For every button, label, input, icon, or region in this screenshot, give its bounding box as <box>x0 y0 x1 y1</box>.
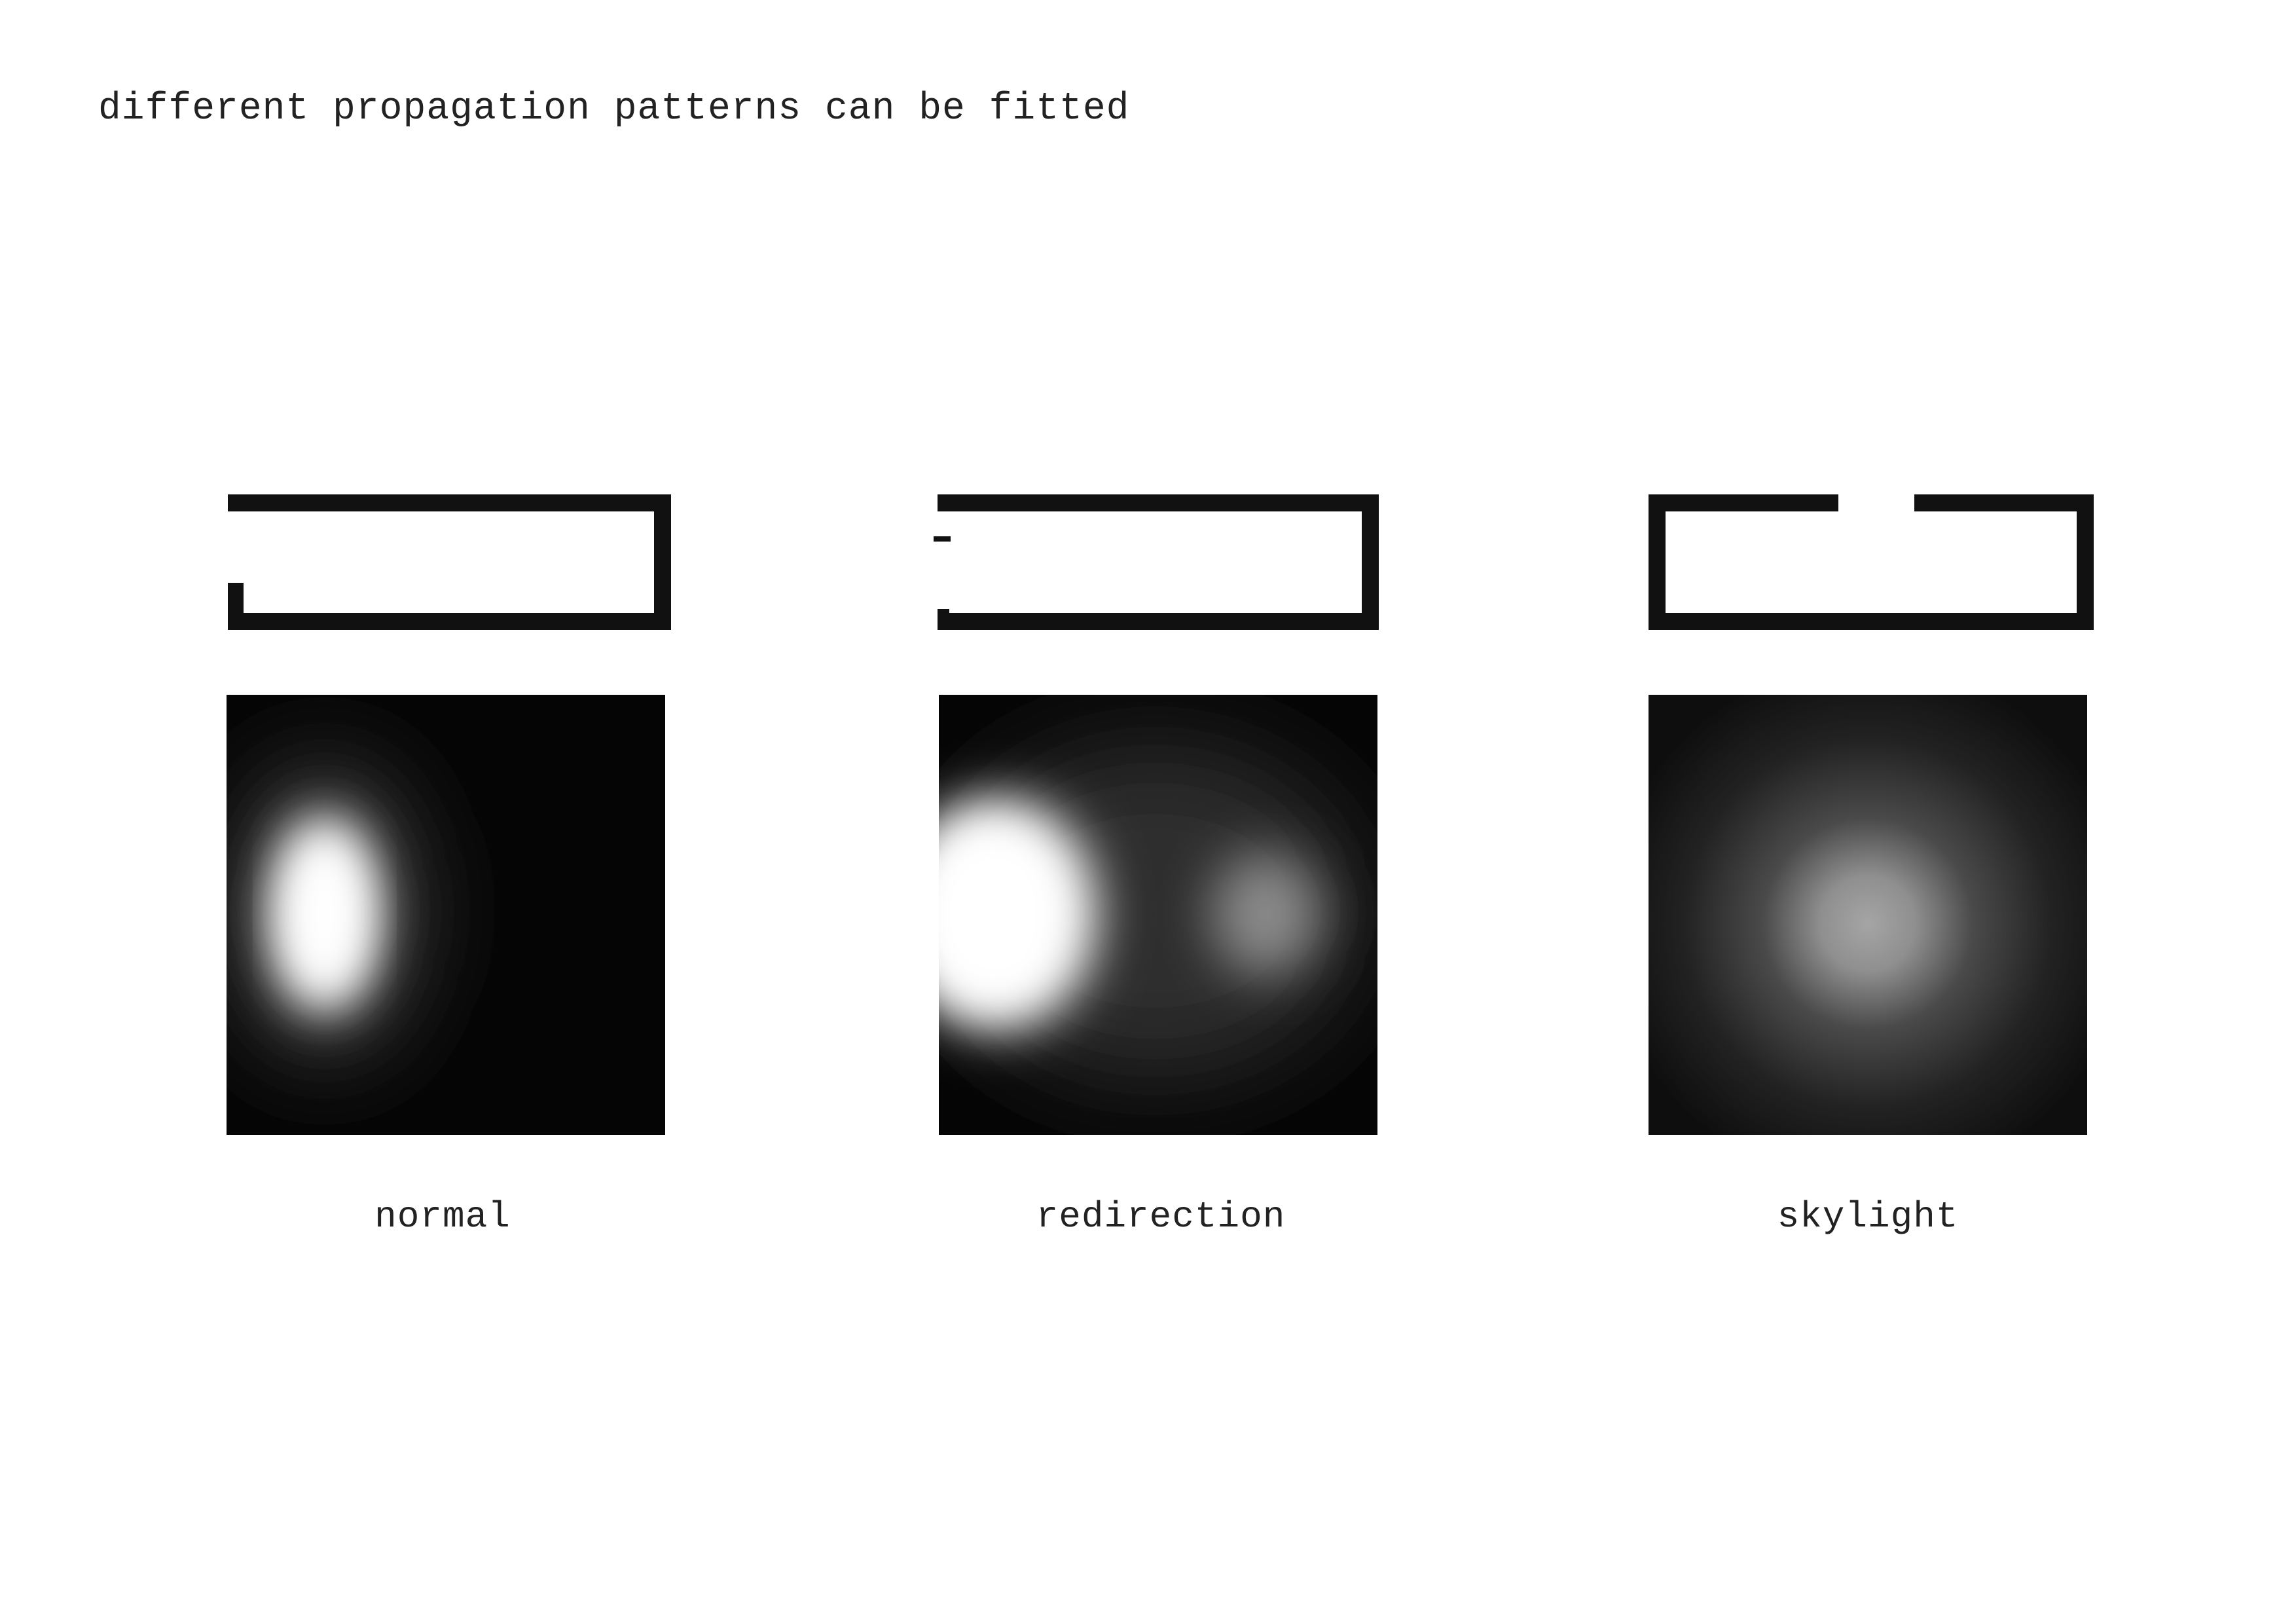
wall-right <box>1362 494 1379 630</box>
wall-bottom <box>938 613 1379 630</box>
light-core <box>289 842 361 986</box>
wall-right <box>2077 494 2094 630</box>
redirected-light-spot <box>1211 852 1322 976</box>
heatmap-redirection <box>939 695 1377 1135</box>
heatmap-skylight <box>1649 695 2087 1135</box>
wall-top <box>228 494 671 511</box>
wall-left-upper <box>228 494 244 511</box>
wall-bottom <box>228 613 671 630</box>
redirection-device <box>934 536 951 542</box>
wall-top-right <box>1914 494 2094 511</box>
wall-top <box>938 494 1379 511</box>
caption-redirection: redirection <box>1036 1196 1286 1238</box>
wall-left-lower <box>228 583 244 630</box>
wall-left <box>1649 494 1666 630</box>
wall-right <box>654 494 671 630</box>
wall-left-upper <box>938 494 949 511</box>
wall-left-lower <box>938 609 949 630</box>
room-plan-skylight-icon <box>1649 494 2094 630</box>
room-plan-normal-icon <box>228 494 671 630</box>
room-plan-redirection-icon <box>934 494 1379 630</box>
room-section-skylight <box>1649 494 2094 632</box>
wall-bottom <box>1649 613 2094 630</box>
room-section-redirection <box>934 494 1379 632</box>
page-title: different propagation patterns can be fi… <box>98 88 1130 130</box>
room-section-normal <box>226 494 671 632</box>
heatmap-normal <box>227 695 665 1135</box>
caption-normal: normal <box>374 1196 511 1238</box>
wall-top-left <box>1649 494 1838 511</box>
caption-skylight: skylight <box>1777 1196 1959 1238</box>
skylight-diffuse-light <box>1649 695 2087 1135</box>
